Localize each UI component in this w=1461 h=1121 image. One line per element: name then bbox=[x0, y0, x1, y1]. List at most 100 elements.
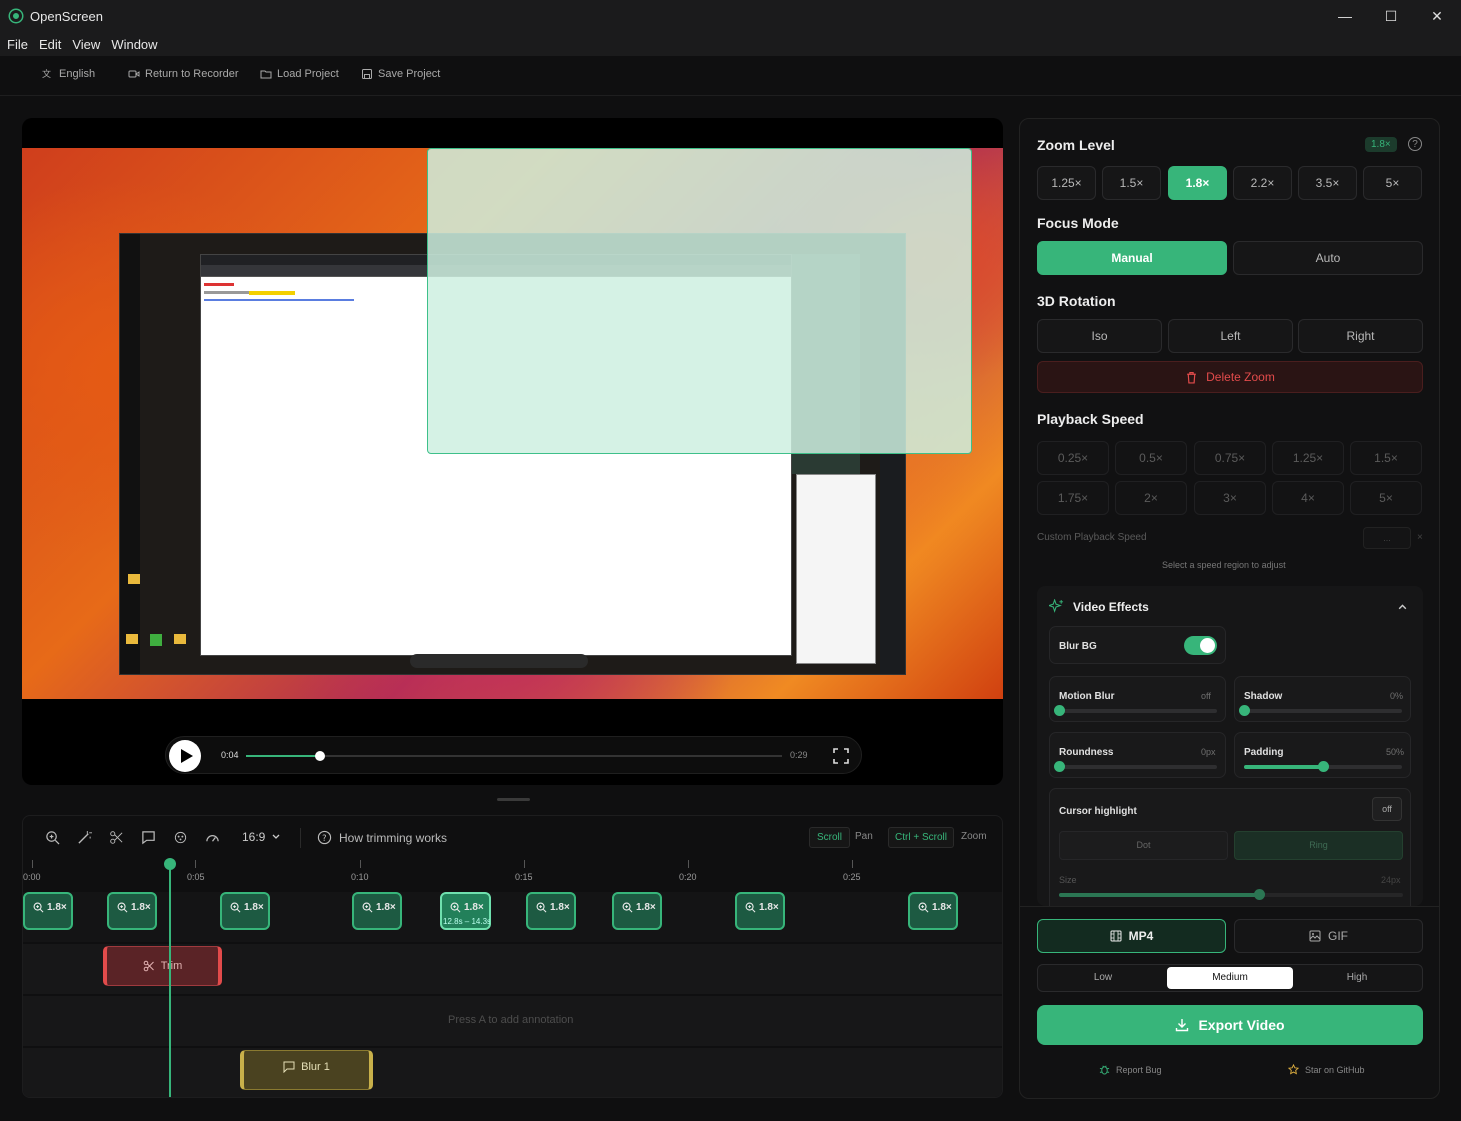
seek-bar[interactable] bbox=[246, 751, 782, 761]
magic-wand-icon[interactable] bbox=[77, 830, 92, 845]
speed-3[interactable]: 3× bbox=[1194, 481, 1266, 515]
language-button[interactable]: 文 English bbox=[42, 68, 95, 80]
trash-icon bbox=[1187, 371, 1196, 384]
focus-auto-button[interactable]: Auto bbox=[1233, 241, 1423, 275]
zoom-region[interactable]: 1.8× bbox=[352, 892, 402, 930]
speed-0-5[interactable]: 0.5× bbox=[1115, 441, 1187, 475]
zoom-region[interactable]: 1.8× bbox=[526, 892, 576, 930]
window-title: OpenScreen bbox=[30, 8, 103, 24]
zoom-region[interactable]: 1.8× bbox=[107, 892, 157, 930]
cursor-ring-button[interactable]: Ring bbox=[1234, 831, 1403, 860]
speed-icon[interactable] bbox=[205, 830, 220, 845]
speed-1-5[interactable]: 1.5× bbox=[1350, 441, 1422, 475]
speed-0-25[interactable]: 0.25× bbox=[1037, 441, 1109, 475]
playback-controls: 0:04 0:29 bbox=[165, 736, 862, 774]
format-mp4-button[interactable]: MP4 bbox=[1037, 919, 1226, 953]
rotation-right-button[interactable]: Right bbox=[1298, 319, 1423, 353]
tick-label: 0:15 bbox=[515, 872, 533, 882]
panel-resize-handle[interactable] bbox=[497, 798, 530, 801]
help-icon[interactable]: ? bbox=[1408, 137, 1422, 151]
annotation-icon[interactable] bbox=[141, 830, 156, 845]
minimize-button[interactable]: — bbox=[1322, 0, 1368, 32]
scissors-icon[interactable] bbox=[109, 830, 124, 845]
custom-speed-input[interactable]: ... bbox=[1363, 527, 1411, 549]
export-video-button[interactable]: Export Video bbox=[1037, 1005, 1423, 1045]
zoom-in-icon[interactable] bbox=[45, 830, 60, 845]
how-trimming-works-link[interactable]: ? How trimming works bbox=[317, 830, 447, 845]
chevron-up-icon bbox=[1398, 604, 1407, 610]
blur-icon[interactable] bbox=[173, 830, 188, 845]
zoom-region[interactable]: 1.8× bbox=[735, 892, 785, 930]
playback-speed-title: Playback Speed bbox=[1037, 411, 1144, 427]
zoom-level-1-25[interactable]: 1.25× bbox=[1037, 166, 1096, 200]
scissors-icon bbox=[143, 960, 154, 972]
slider-fill bbox=[1059, 893, 1259, 897]
slider-handle[interactable] bbox=[1253, 889, 1265, 900]
cursor-highlight-toggle[interactable]: off bbox=[1372, 797, 1402, 821]
quality-medium[interactable]: Medium bbox=[1167, 967, 1293, 989]
slider-handle[interactable] bbox=[1054, 761, 1065, 772]
speed-5[interactable]: 5× bbox=[1350, 481, 1422, 515]
rotation-left-button[interactable]: Left bbox=[1168, 319, 1293, 353]
cursor-highlight-card: Cursor highlight off Dot Ring Size 24px bbox=[1049, 788, 1411, 906]
motion-blur-slider[interactable] bbox=[1054, 705, 1217, 716]
padding-slider[interactable] bbox=[1244, 761, 1402, 772]
blur-bg-toggle[interactable] bbox=[1184, 636, 1217, 655]
slider-handle[interactable] bbox=[1318, 761, 1329, 772]
annotation-icon bbox=[283, 1061, 295, 1073]
cursor-dot-button[interactable]: Dot bbox=[1059, 831, 1228, 860]
zoom-region[interactable]: 1.8× bbox=[220, 892, 270, 930]
zoom-level-1-8[interactable]: 1.8× bbox=[1168, 166, 1227, 200]
format-gif-button[interactable]: GIF bbox=[1234, 919, 1423, 953]
close-button[interactable]: ✕ bbox=[1414, 0, 1460, 32]
save-project-button[interactable]: Save Project bbox=[361, 68, 440, 80]
video-preview[interactable]: 0:04 0:29 bbox=[22, 118, 1003, 785]
seek-handle[interactable] bbox=[314, 751, 325, 761]
speed-0-75[interactable]: 0.75× bbox=[1194, 441, 1266, 475]
zoom-icon bbox=[117, 902, 128, 913]
speed-1-25[interactable]: 1.25× bbox=[1272, 441, 1344, 475]
trim-region[interactable]: Trim bbox=[103, 946, 222, 986]
menu-window[interactable]: Window bbox=[111, 37, 157, 52]
zoom-focus-area[interactable] bbox=[427, 148, 972, 454]
speed-1-75[interactable]: 1.75× bbox=[1037, 481, 1109, 515]
video-effects-section: Video Effects Blur BG Motion Blur off Sh… bbox=[1037, 586, 1423, 906]
speed-hint: Select a speed region to adjust bbox=[1162, 560, 1286, 570]
zoom-region-selected[interactable]: 1.8× 12.8s – 14.3s bbox=[440, 892, 491, 930]
video-effects-header[interactable]: Video Effects bbox=[1037, 586, 1423, 626]
zoom-level-1-5[interactable]: 1.5× bbox=[1102, 166, 1161, 200]
fullscreen-button[interactable] bbox=[828, 743, 854, 769]
cursor-size-slider[interactable] bbox=[1059, 889, 1403, 900]
star-on-github-link[interactable]: Star on GitHub bbox=[1288, 1064, 1365, 1075]
slider-handle[interactable] bbox=[1054, 705, 1065, 716]
focus-manual-button[interactable]: Manual bbox=[1037, 241, 1227, 275]
aspect-ratio-select[interactable]: 16:9 bbox=[242, 830, 281, 844]
load-project-button[interactable]: Load Project bbox=[260, 68, 339, 80]
shadow-slider[interactable] bbox=[1239, 705, 1402, 716]
zoom-region[interactable]: 1.8× bbox=[612, 892, 662, 930]
speed-2[interactable]: 2× bbox=[1115, 481, 1187, 515]
quality-high[interactable]: High bbox=[1294, 967, 1420, 989]
zoom-level-3-5[interactable]: 3.5× bbox=[1298, 166, 1357, 200]
menu-file[interactable]: File bbox=[7, 37, 28, 52]
menu-view[interactable]: View bbox=[72, 37, 100, 52]
slider-handle[interactable] bbox=[1239, 705, 1250, 716]
playhead[interactable] bbox=[164, 858, 176, 1097]
rotation-iso-button[interactable]: Iso bbox=[1037, 319, 1162, 353]
zoom-level-2-2[interactable]: 2.2× bbox=[1233, 166, 1292, 200]
report-bug-link[interactable]: Report Bug bbox=[1099, 1064, 1162, 1075]
zoom-region[interactable]: 1.8× bbox=[23, 892, 73, 930]
menu-edit[interactable]: Edit bbox=[39, 37, 61, 52]
quality-low[interactable]: Low bbox=[1040, 967, 1166, 989]
roundness-card: Roundness 0px bbox=[1049, 732, 1226, 778]
play-button[interactable] bbox=[169, 740, 201, 772]
zoom-region[interactable]: 1.8× bbox=[908, 892, 958, 930]
blur-region[interactable]: Blur 1 bbox=[240, 1050, 373, 1090]
zoom-level-5[interactable]: 5× bbox=[1363, 166, 1422, 200]
speed-4[interactable]: 4× bbox=[1272, 481, 1344, 515]
zoom-level-title: Zoom Level bbox=[1037, 137, 1115, 153]
maximize-button[interactable]: ☐ bbox=[1368, 0, 1414, 32]
delete-zoom-button[interactable]: Delete Zoom bbox=[1037, 361, 1423, 393]
return-to-recorder-button[interactable]: Return to Recorder bbox=[128, 68, 239, 80]
roundness-slider[interactable] bbox=[1054, 761, 1217, 772]
